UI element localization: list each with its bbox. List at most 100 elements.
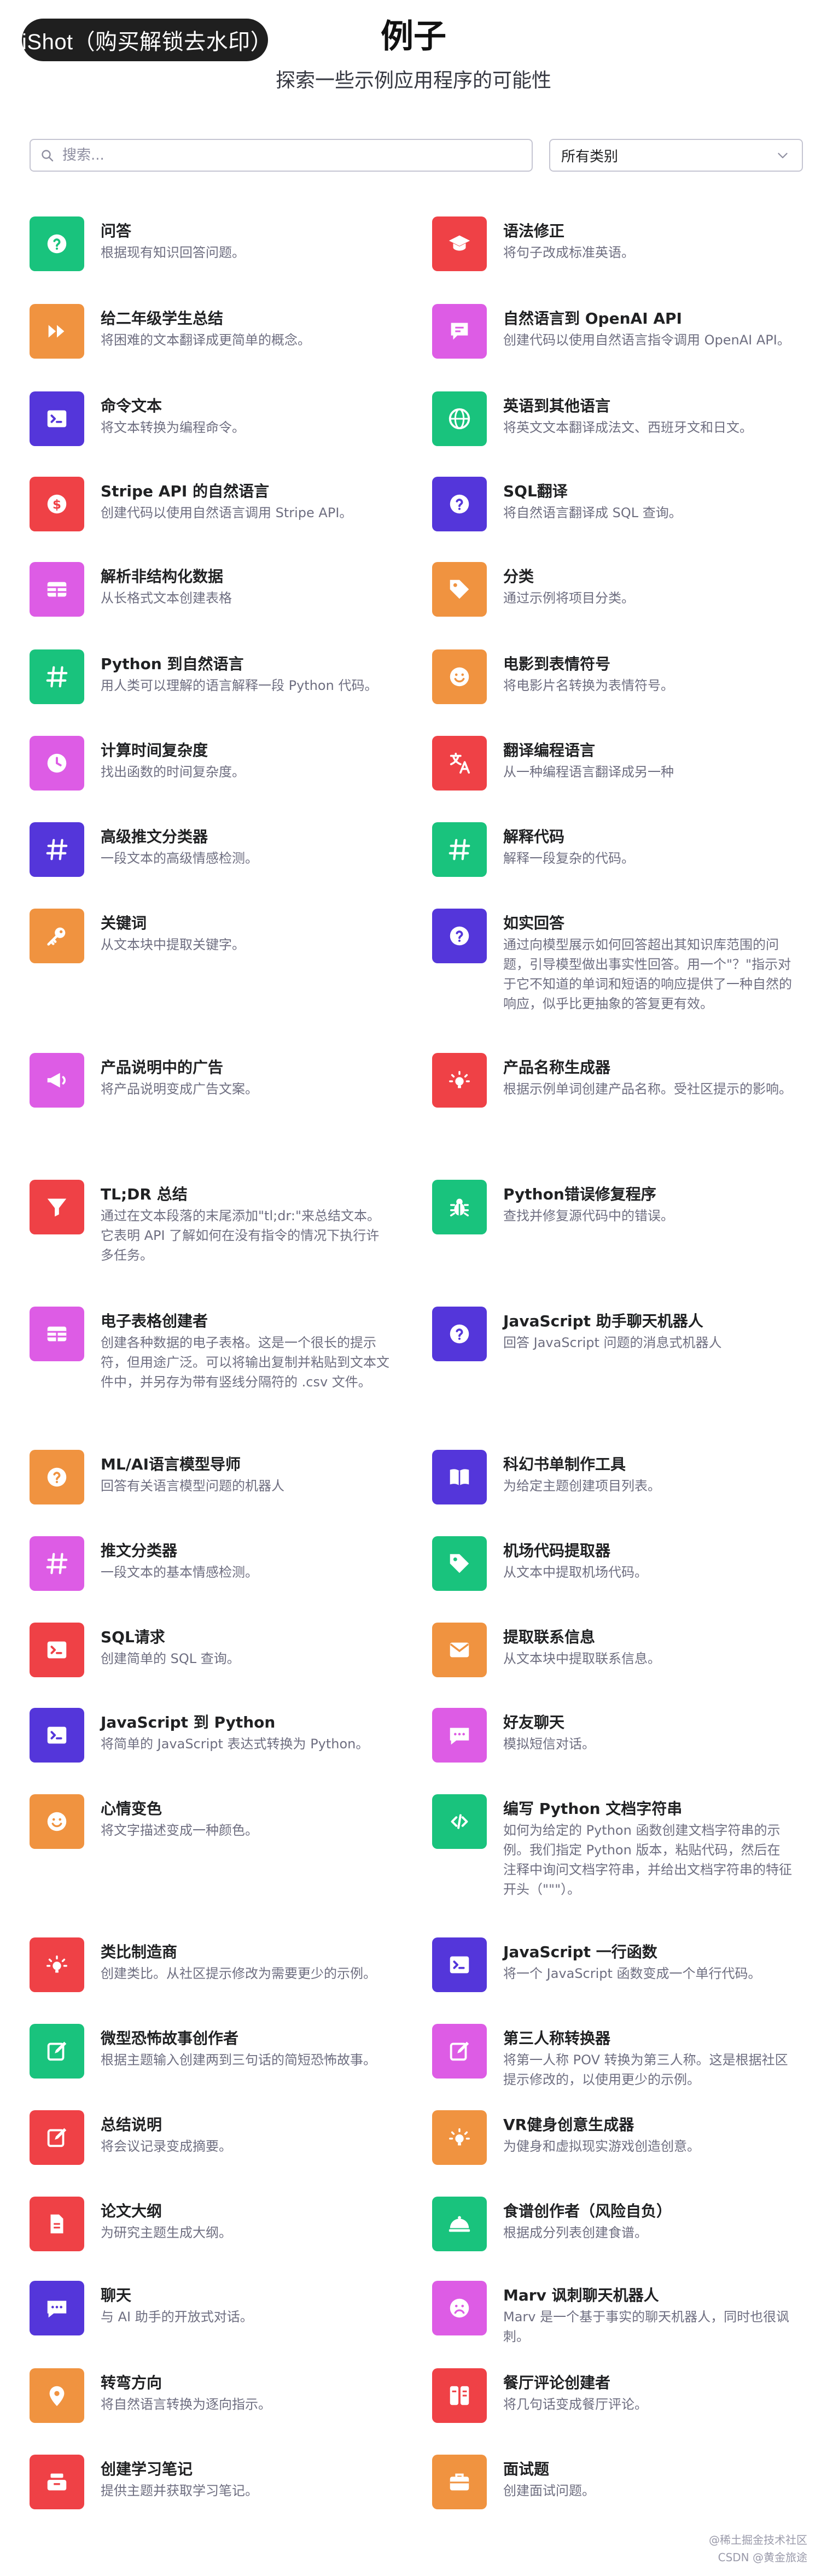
example-text: 类比制造商 创建类比。从社区提示修改为需要更少的示例。 [101, 1937, 391, 1983]
example-card[interactable]: 解析非结构化数据 从长格式文本创建表格 [30, 562, 391, 617]
search-icon [42, 150, 54, 162]
frown-icon [432, 2281, 487, 2335]
megaphone-icon [30, 1053, 84, 1108]
example-card[interactable]: 转弯方向 将自然语言转换为逐向指示。 [30, 2368, 391, 2423]
example-title: 提取联系信息 [503, 1628, 596, 1646]
example-card[interactable]: 产品说明中的广告 将产品说明变成广告文案。 [30, 1053, 391, 1108]
tag-icon [432, 1536, 487, 1591]
example-text: 推文分类器 一段文本的基本情感检测。 [101, 1536, 391, 1582]
example-card[interactable]: 微型恐怖故事创作者 根据主题输入创建两到三句话的简短恐怖故事。 [30, 2024, 391, 2079]
example-card[interactable]: 餐厅评论创建者 将几句话变成餐厅评论。 [432, 2368, 793, 2423]
example-card[interactable]: 产品名称生成器 根据示例单词创建产品名称。受社区提示的影响。 [432, 1053, 793, 1108]
example-card[interactable]: 问答 根据现有知识回答问题。 [30, 216, 391, 271]
example-card[interactable]: VR健身创意生成器 为健身和虚拟现实游戏创造创意。 [432, 2110, 793, 2165]
pin-icon [30, 2368, 84, 2423]
example-card[interactable]: 编写 Python 文档字符串如何为给定的 Python 函数创建文档字符串的示… [432, 1794, 793, 1899]
svg-text:$: $ [53, 498, 61, 512]
example-title: 分类 [503, 567, 534, 586]
search-box[interactable] [30, 139, 533, 172]
example-title: 创建学习笔记 [101, 2460, 193, 2478]
bulb-icon [432, 1053, 487, 1108]
example-text: Stripe API 的自然语言 创建代码以使用自然语言调用 Stripe API… [101, 477, 391, 523]
example-card[interactable]: 第三人称转换器 将第一人称 POV 转换为第三人称。这是根据社区提示修改的，以使用… [432, 2024, 793, 2089]
example-card[interactable]: 计算时间复杂度 找出函数的时间复杂度。 [30, 736, 391, 791]
example-title: 自然语言到 OpenAI API [503, 309, 682, 327]
example-card[interactable]: 分类 通过示例将项目分类。 [432, 562, 793, 617]
example-card[interactable]: $ Stripe API 的自然语言 创建代码以使用自然语言调用 Stripe AP… [30, 477, 391, 531]
tray-icon [30, 2455, 84, 2509]
edit-icon [30, 2110, 84, 2165]
example-card[interactable]: 提取联系信息 从文本块中提取联系信息。 [432, 1623, 793, 1677]
message-icon [432, 304, 487, 359]
briefcase-icon [432, 2455, 487, 2509]
example-text: TL;DR 总结 通过在文本段落的末尾添加"tl;dr:"来总结文本。它表明 AP… [101, 1180, 391, 1265]
example-card[interactable]: 总结说明 将会议记录变成摘要。 [30, 2110, 391, 2165]
example-card[interactable]: JavaScript 助手聊天机器人 回答 JavaScript 问题的消息式机器… [432, 1307, 793, 1361]
example-card[interactable]: Marv 讽刺聊天机器人 Marv 是一个基于事实的聊天机器人，同时也很讽刺。 [432, 2281, 793, 2346]
example-card[interactable]: 科幻书单制作工具 为给定主题创建项目列表。 [432, 1450, 793, 1504]
example-description: 为研究主题生成大纲。 [101, 2225, 232, 2240]
example-text: 聊天与 AI 助手的开放式对话。 [101, 2281, 391, 2327]
example-title: ML/AI语言模型导师 [101, 1455, 241, 1473]
example-card[interactable]: 英语到其他语言 将英文文本翻译成法文、西班牙文和日文。 [432, 391, 793, 446]
example-card[interactable]: 好友聊天 模拟短信对话。 [432, 1708, 793, 1763]
example-card[interactable]: 高级推文分类器 一段文本的高级情感检测。 [30, 822, 391, 877]
example-description: 将一个 JavaScript 函数变成一个单行代码。 [503, 1966, 761, 1981]
example-card[interactable]: 心情变色 将文字描述变成一种颜色。 [30, 1794, 391, 1849]
example-card[interactable]: 电影到表情符号 将电影片名转换为表情符号。 [432, 649, 793, 704]
example-card[interactable]: 面试题 创建面试问题。 [432, 2455, 793, 2509]
translate-icon [432, 736, 487, 791]
example-description: 从文本块中提取关键字。 [101, 937, 245, 952]
page-subtitle: 探索一些示例应用程序的可能性 [275, 69, 551, 92]
example-description: 通过在文本段落的末尾添加"tl;dr:"来总结文本。它表明 API 了解如何在没… [101, 1208, 381, 1263]
footer-line-2: CSDN @黄金旅途 [718, 2551, 807, 2564]
example-text: ML/AI语言模型导师 回答有关语言模型问题的机器人 [101, 1450, 391, 1496]
example-card[interactable]: 推文分类器 一段文本的基本情感检测。 [30, 1536, 391, 1591]
example-card[interactable]: JavaScript 到 Python 将简单的 JavaScript 表达式转换… [30, 1708, 391, 1763]
example-card[interactable]: 电子表格创建者 创建各种数据的电子表格。这是一个很长的提示符，但用途广泛。可以将输… [30, 1307, 391, 1392]
example-card[interactable]: SQL翻译 将自然语言翻译成 SQL 查询。 [432, 477, 793, 531]
example-card[interactable]: 如实回答 通过向模型展示如何回答超出其知识库范围的问题，引导模型做出事实性回答。用… [432, 909, 793, 1014]
example-text: JavaScript 助手聊天机器人 回答 JavaScript 问题的消息式机器… [503, 1307, 793, 1353]
example-card[interactable]: JavaScript 一行函数将一个 JavaScript 函数变成一个单行代码… [432, 1937, 793, 1992]
example-description: 将文本转换为编程命令。 [101, 420, 245, 435]
example-card[interactable]: 聊天与 AI 助手的开放式对话。 [30, 2281, 391, 2335]
example-title: 高级推文分类器 [101, 828, 208, 846]
example-card[interactable]: 关键词 从文本块中提取关键字。 [30, 909, 391, 963]
example-card[interactable]: TL;DR 总结 通过在文本段落的末尾添加"tl;dr:"来总结文本。它表明 AP… [30, 1180, 391, 1265]
example-card[interactable]: 命令文本 将文本转换为编程命令。 [30, 391, 391, 446]
example-card[interactable]: 自然语言到 OpenAI API 创建代码以使用自然语言指令调用 OpenAI A… [432, 304, 793, 359]
example-description: 将困难的文本翻译成更简单的概念。 [101, 332, 311, 348]
example-description: 如何为给定的 Python 函数创建文档字符串的示例。我们指定 Python 版… [503, 1823, 792, 1897]
example-card[interactable]: 类比制造商 创建类比。从社区提示修改为需要更少的示例。 [30, 1937, 391, 1992]
example-card[interactable]: 给二年级学生总结 将困难的文本翻译成更简单的概念。 [30, 304, 391, 359]
example-card[interactable]: 解释代码 解释一段复杂的代码。 [432, 822, 793, 877]
example-title: 解释代码 [503, 828, 565, 846]
key-icon [30, 909, 84, 963]
example-card[interactable]: ML/AI语言模型导师 回答有关语言模型问题的机器人 [30, 1450, 391, 1504]
hash-icon [30, 1536, 84, 1591]
example-description: 将英文文本翻译成法文、西班牙文和日文。 [503, 420, 753, 435]
example-card[interactable]: Python 到自然语言 用人类可以理解的语言解释一段 Python 代码。 [30, 649, 391, 704]
example-card[interactable]: 翻译编程语言 从一种编程语言翻译成另一种 [432, 736, 793, 791]
example-title: JavaScript 一行函数 [503, 1943, 657, 1961]
example-text: 语法修正 将句子改成标准英语。 [503, 216, 793, 262]
example-card[interactable]: SQL请求 创建简单的 SQL 查询。 [30, 1623, 391, 1677]
example-description: 通过向模型展示如何回答超出其知识库范围的问题，引导模型做出事实性回答。用一个"？… [503, 937, 792, 1011]
example-card[interactable]: 食谱创作者（风险自负） 根据成分列表创建食谱。 [432, 2197, 793, 2251]
example-card[interactable]: 机场代码提取器 从文本中提取机场代码。 [432, 1536, 793, 1591]
example-text: 电影到表情符号 将电影片名转换为表情符号。 [503, 649, 793, 695]
category-select[interactable]: 所有类别 [549, 139, 803, 172]
edit-icon [30, 2024, 84, 2079]
example-description: 提供主题并获取学习笔记。 [101, 2483, 258, 2498]
example-card[interactable]: 论文大纲 为研究主题生成大纲。 [30, 2197, 391, 2251]
example-text: 高级推文分类器 一段文本的高级情感检测。 [101, 822, 391, 868]
example-card[interactable]: 创建学习笔记提供主题并获取学习笔记。 [30, 2455, 391, 2509]
hash-icon [432, 822, 487, 877]
example-card[interactable]: 语法修正 将句子改成标准英语。 [432, 216, 793, 271]
example-description: 用人类可以理解的语言解释一段 Python 代码。 [101, 678, 378, 693]
example-card[interactable]: Python错误修复程序 查找并修复源代码中的错误。 [432, 1180, 793, 1234]
code-icon [432, 1794, 487, 1849]
search-input[interactable] [61, 147, 523, 164]
example-title: 编写 Python 文档字符串 [503, 1800, 683, 1818]
